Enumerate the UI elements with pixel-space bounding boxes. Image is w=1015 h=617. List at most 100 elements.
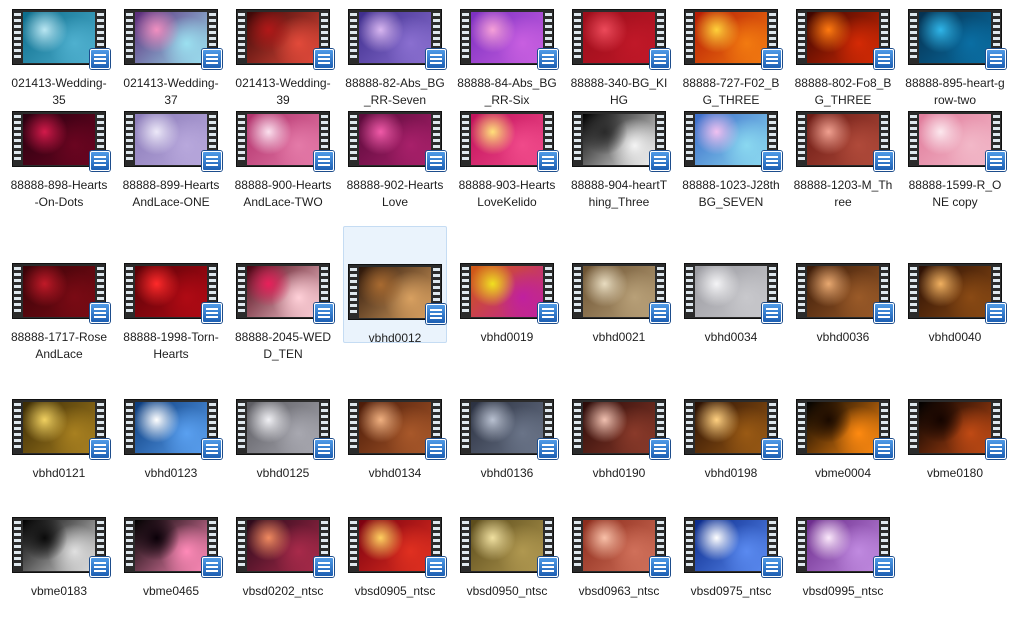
file-item[interactable]: 021413-Wedding-35 (7, 4, 111, 109)
file-item[interactable]: 88888-899-HeartsAndLace-ONE (119, 106, 223, 211)
file-item[interactable]: vbsd0975_ntsc (679, 512, 783, 600)
file-name: vbhd0123 (144, 466, 198, 480)
video-thumbnail (471, 12, 543, 63)
media-player-badge-icon (762, 557, 782, 577)
file-name: 88888-1023-J28thBG_SEVEN (682, 178, 780, 209)
file-name: 88888-902-HeartsLove (346, 178, 444, 209)
media-player-badge-icon (314, 557, 334, 577)
file-name: 88888-903-HeartsLoveKelido (458, 178, 556, 209)
file-item[interactable]: vbhd0040 (903, 258, 1007, 346)
file-item[interactable]: 88888-898-Hearts-On-Dots (7, 106, 111, 211)
file-item[interactable]: vbhd0198 (679, 394, 783, 482)
file-item[interactable]: 88888-82-Abs_BG_RR-Seven (343, 4, 447, 109)
media-player-badge-icon (762, 49, 782, 69)
video-file-icon (684, 9, 782, 69)
file-item[interactable]: 88888-900-HeartsAndLace-TWO (231, 106, 335, 211)
file-item[interactable]: vbhd0034 (679, 258, 783, 346)
file-item[interactable]: vbsd0202_ntsc (231, 512, 335, 600)
video-thumbnail (919, 266, 991, 317)
video-thumbnail (471, 266, 543, 317)
file-name: vbhd0121 (32, 466, 86, 480)
file-name: 021413-Wedding-35 (11, 76, 107, 107)
video-file-icon (796, 263, 894, 323)
media-player-badge-icon (314, 151, 334, 171)
file-item[interactable]: vbhd0021 (567, 258, 671, 346)
file-name: 88888-898-Hearts-On-Dots (10, 178, 108, 209)
file-item[interactable]: 88888-903-HeartsLoveKelido (455, 106, 559, 211)
video-thumbnail (359, 114, 431, 165)
file-item[interactable]: vbhd0121 (7, 394, 111, 482)
file-item[interactable]: vbhd0019 (455, 258, 559, 346)
video-thumbnail (247, 402, 319, 453)
file-name: vbhd0021 (592, 330, 646, 344)
media-player-badge-icon (426, 151, 446, 171)
file-item[interactable]: 88888-2045-WEDD_TEN (231, 258, 335, 363)
media-player-badge-icon (202, 303, 222, 323)
file-item[interactable]: vbme0004 (791, 394, 895, 482)
media-player-badge-icon (874, 49, 894, 69)
file-item[interactable]: 021413-Wedding-39 (231, 4, 335, 109)
video-file-icon (460, 517, 558, 577)
video-file-icon (796, 111, 894, 171)
file-item[interactable]: 021413-Wedding-37 (119, 4, 223, 109)
file-item[interactable]: vbme0465 (119, 512, 223, 600)
file-item[interactable]: vbhd0134 (343, 394, 447, 482)
file-item[interactable]: vbsd0995_ntsc (791, 512, 895, 600)
video-file-icon (236, 111, 334, 171)
video-thumbnail (135, 114, 207, 165)
file-item[interactable]: 88888-1717-RoseAndLace (7, 258, 111, 363)
media-player-badge-icon (90, 557, 110, 577)
media-player-badge-icon (986, 151, 1006, 171)
video-thumbnail (583, 402, 655, 453)
file-item[interactable]: vbhd0012 (343, 226, 447, 345)
file-item[interactable]: vbsd0963_ntsc (567, 512, 671, 600)
video-thumbnail (919, 12, 991, 63)
video-thumbnail (471, 520, 543, 571)
file-item[interactable]: vbhd0123 (119, 394, 223, 482)
file-item[interactable]: 88888-1599-R_ONE copy (903, 106, 1007, 211)
video-file-icon (908, 263, 1006, 323)
file-item[interactable]: vbhd0136 (455, 394, 559, 482)
media-player-badge-icon (314, 303, 334, 323)
media-player-badge-icon (538, 557, 558, 577)
file-item[interactable]: vbhd0190 (567, 394, 671, 482)
file-item[interactable]: 88888-84-Abs_BG_RR-Six (455, 4, 559, 109)
video-file-icon (124, 9, 222, 69)
file-item[interactable]: 88888-902-HeartsLove (343, 106, 447, 211)
file-item[interactable]: 88888-1023-J28thBG_SEVEN (679, 106, 783, 211)
file-item[interactable]: 88888-904-heartThing_Three (567, 106, 671, 211)
file-item[interactable]: 88888-895-heart-grow-two (903, 4, 1007, 109)
file-item[interactable]: 88888-340-BG_KIHG (567, 4, 671, 109)
video-thumbnail (807, 114, 879, 165)
file-item[interactable]: vbme0180 (903, 394, 1007, 482)
file-name: vbhd0034 (704, 330, 758, 344)
video-file-icon (236, 517, 334, 577)
video-file-icon (908, 111, 1006, 171)
video-file-icon (348, 111, 446, 171)
media-player-badge-icon (314, 439, 334, 459)
video-thumbnail (807, 520, 879, 571)
video-file-icon (572, 263, 670, 323)
media-player-badge-icon (762, 303, 782, 323)
file-name: 88888-340-BG_KIHG (570, 76, 668, 107)
file-item[interactable]: vbme0183 (7, 512, 111, 600)
file-name: 021413-Wedding-39 (235, 76, 331, 107)
video-file-icon (684, 399, 782, 459)
video-thumbnail (695, 266, 767, 317)
file-item[interactable]: 88888-1998-Torn-Hearts (119, 258, 223, 363)
file-name: vbhd0036 (816, 330, 870, 344)
video-file-icon (460, 399, 558, 459)
media-player-badge-icon (538, 151, 558, 171)
file-item[interactable]: 88888-727-F02_BG_THREE (679, 4, 783, 109)
video-thumbnail (695, 114, 767, 165)
video-thumbnail (583, 114, 655, 165)
file-name: 88888-899-HeartsAndLace-ONE (122, 178, 220, 209)
file-name: vbhd0136 (480, 466, 534, 480)
media-player-badge-icon (202, 49, 222, 69)
file-item[interactable]: 88888-1203-M_Three (791, 106, 895, 211)
file-item[interactable]: vbsd0950_ntsc (455, 512, 559, 600)
file-item[interactable]: vbsd0905_ntsc (343, 512, 447, 600)
file-item[interactable]: vbhd0125 (231, 394, 335, 482)
file-item[interactable]: 88888-802-Fo8_BG_THREE (791, 4, 895, 109)
file-item[interactable]: vbhd0036 (791, 258, 895, 346)
